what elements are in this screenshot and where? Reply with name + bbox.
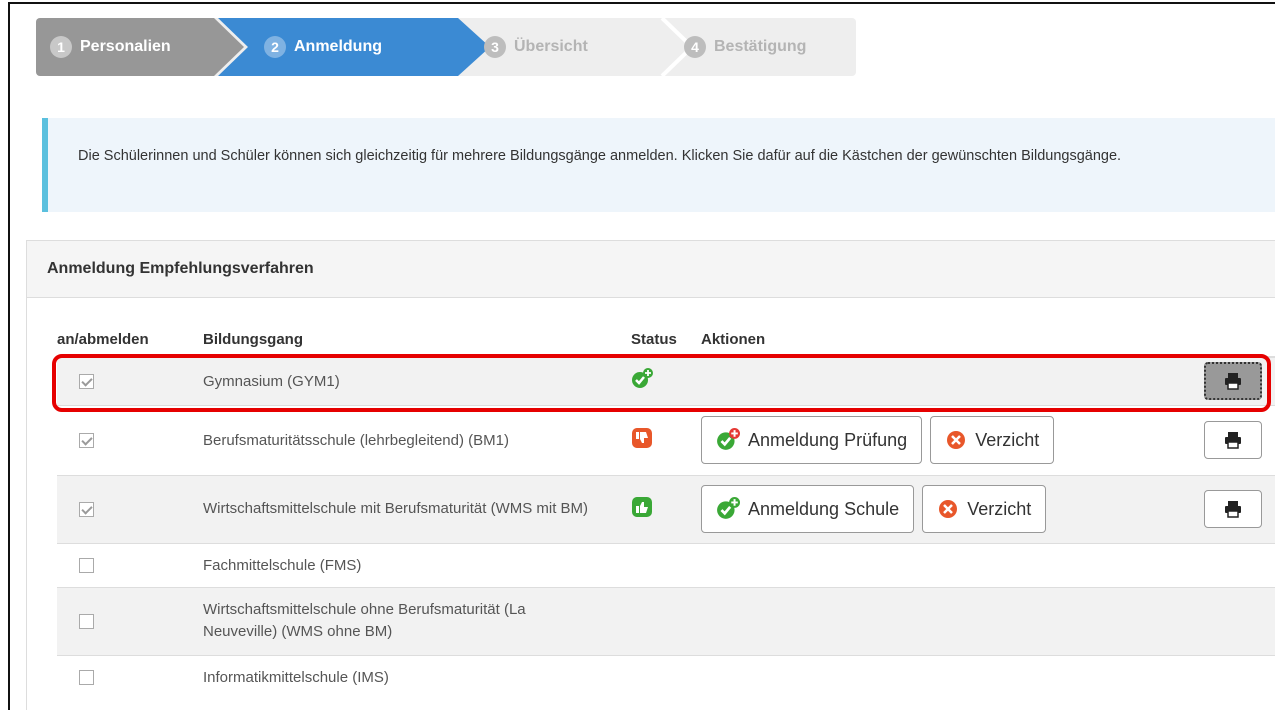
step-number: 1 bbox=[50, 36, 72, 58]
register-checkbox[interactable] bbox=[79, 433, 94, 449]
print-button[interactable] bbox=[1204, 490, 1262, 528]
step-number: 2 bbox=[264, 36, 286, 58]
table-row: Informatikmittelschule (IMS) bbox=[57, 654, 1275, 699]
register-school-button[interactable]: Anmeldung Schule bbox=[701, 485, 915, 533]
step-label: Personalien bbox=[80, 38, 171, 55]
wizard-step-bestaetigung: 4 Bestätigung bbox=[644, 18, 856, 76]
check-plus-icon bbox=[717, 497, 740, 519]
waive-button[interactable]: Verzicht bbox=[930, 416, 1055, 464]
button-label: Verzicht bbox=[967, 498, 1032, 519]
info-text: Die Schülerinnen und Schüler können sich… bbox=[78, 148, 1122, 164]
col-header-status: Status bbox=[631, 323, 701, 358]
program-name: Gymnasium (GYM1) bbox=[203, 356, 631, 405]
register-checkbox[interactable] bbox=[79, 558, 94, 574]
check-plus-icon bbox=[632, 368, 653, 389]
printer-icon bbox=[1225, 432, 1241, 449]
info-alert: Die Schülerinnen und Schüler können sich… bbox=[42, 118, 1275, 212]
register-checkbox[interactable] bbox=[79, 614, 94, 630]
step-number: 4 bbox=[684, 36, 706, 58]
registration-panel: Anmeldung Empfehlungsverfahren an/abmeld… bbox=[26, 240, 1275, 710]
print-button[interactable] bbox=[1204, 421, 1262, 459]
cancel-icon bbox=[947, 431, 966, 449]
thumbs-up-icon bbox=[632, 497, 652, 517]
step-number: 3 bbox=[484, 36, 506, 58]
panel-title: Anmeldung Empfehlungsverfahren bbox=[27, 241, 1275, 298]
check-plus-icon bbox=[717, 428, 740, 450]
program-name: Wirtschaftsmittelschule ohne Berufsmatur… bbox=[203, 586, 631, 655]
program-name: Berufsmaturitätsschule (lehrbegleitend) … bbox=[203, 404, 631, 475]
wizard-step-personalien[interactable]: 1 Personalien bbox=[36, 18, 244, 76]
cancel-icon bbox=[939, 500, 958, 518]
thumbs-down-icon bbox=[632, 428, 652, 448]
col-header-program: Bildungsgang bbox=[203, 323, 631, 358]
step-label: Anmeldung bbox=[294, 38, 382, 55]
table-row: Berufsmaturitätsschule (lehrbegleitend) … bbox=[57, 404, 1275, 475]
button-label: Anmeldung Prüfung bbox=[748, 429, 908, 450]
printer-icon bbox=[1225, 501, 1241, 518]
col-header-actions: Aktionen bbox=[701, 323, 1196, 358]
button-label: Verzicht bbox=[975, 429, 1040, 450]
program-name: Fachmittelschule (FMS) bbox=[203, 542, 631, 587]
register-checkbox[interactable] bbox=[79, 670, 94, 686]
register-checkbox[interactable] bbox=[79, 374, 94, 390]
table-row: Wirtschaftsmittelschule mit Berufsmaturi… bbox=[57, 474, 1275, 543]
table-row: Gymnasium (GYM1) bbox=[57, 356, 1275, 405]
program-name: Informatikmittelschule (IMS) bbox=[203, 654, 631, 699]
button-label: Anmeldung Schule bbox=[748, 498, 900, 519]
printer-icon bbox=[1225, 373, 1241, 390]
table-row: Wirtschaftsmittelschule ohne Berufsmatur… bbox=[57, 586, 1275, 655]
wizard-step-uebersicht: 3 Übersicht bbox=[448, 18, 668, 76]
col-header-register: an/abmelden bbox=[57, 323, 203, 358]
register-exam-button[interactable]: Anmeldung Prüfung bbox=[701, 416, 923, 464]
programs-table: an/abmelden Bildungsgang Status Aktionen… bbox=[57, 323, 1275, 699]
step-label: Bestätigung bbox=[714, 38, 807, 55]
program-name: Wirtschaftsmittelschule mit Berufsmaturi… bbox=[203, 474, 631, 543]
step-label: Übersicht bbox=[514, 38, 588, 55]
waive-button[interactable]: Verzicht bbox=[922, 485, 1047, 533]
wizard-steps: 1 Personalien 2 Anmeldung 3 Übersicht 4 … bbox=[36, 18, 856, 76]
table-row: Fachmittelschule (FMS) bbox=[57, 542, 1275, 587]
print-button[interactable] bbox=[1204, 362, 1262, 401]
register-checkbox[interactable] bbox=[79, 502, 94, 518]
